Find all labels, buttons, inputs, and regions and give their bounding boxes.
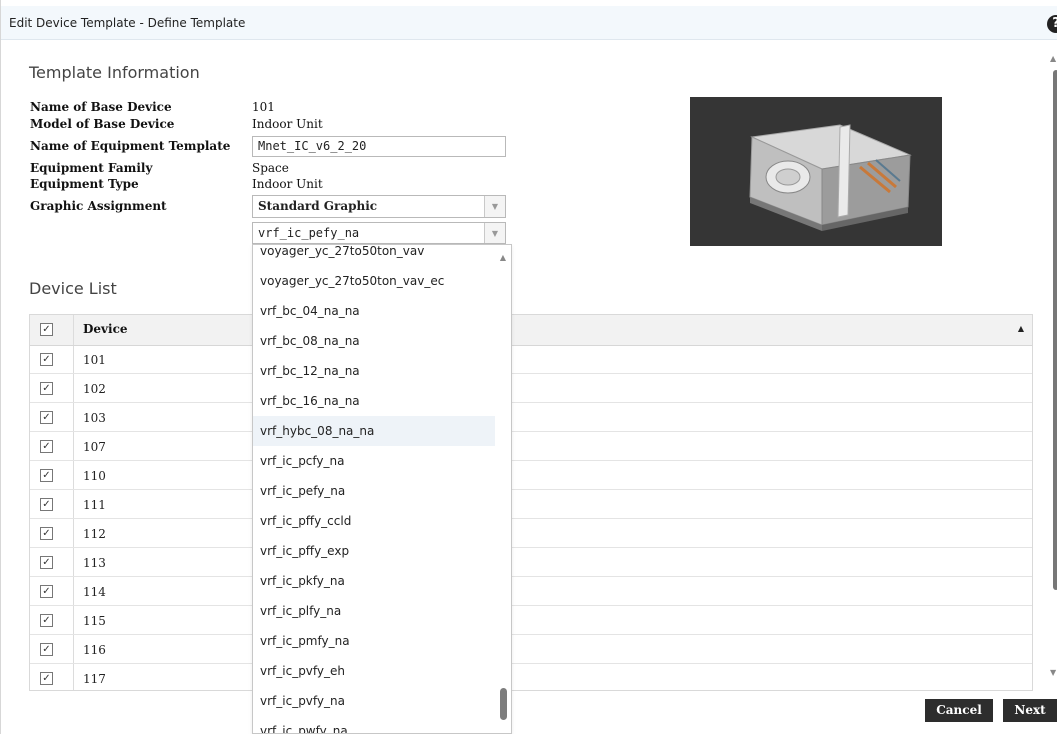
column-divider — [73, 315, 74, 345]
dropdown-option[interactable]: vrf_bc_04_na_na — [253, 296, 495, 326]
device-cell: 110 — [83, 469, 106, 483]
dropdown-option[interactable]: vrf_ic_plfy_na — [253, 596, 495, 626]
equipment-type-label: Equipment Type — [30, 177, 139, 191]
table-row[interactable]: ✓ 115 — [30, 606, 1032, 635]
device-cell: 114 — [83, 585, 106, 599]
table-row[interactable]: ✓ 116 — [30, 635, 1032, 664]
row-checkbox[interactable]: ✓ — [40, 382, 53, 395]
equipment-family-label: Equipment Family — [30, 161, 153, 175]
device-cell: 116 — [83, 643, 106, 657]
device-cell: 112 — [83, 527, 106, 541]
row-checkbox[interactable]: ✓ — [40, 643, 53, 656]
device-column-header[interactable]: Device — [83, 322, 128, 336]
dropdown-option[interactable]: voyager_yc_27to50ton_vav_ec — [253, 266, 495, 296]
row-checkbox[interactable]: ✓ — [40, 585, 53, 598]
window-title: Edit Device Template - Define Template — [9, 16, 246, 30]
dropdown-option[interactable]: vrf_ic_pffy_ccld — [253, 506, 495, 536]
base-device-model-label: Model of Base Device — [30, 117, 175, 131]
base-device-name-value: 101 — [252, 100, 275, 114]
equipment-template-name-label: Name of Equipment Template — [30, 139, 231, 153]
dropdown-option[interactable]: vrf_bc_08_na_na — [253, 326, 495, 356]
equipment-type-value: Indoor Unit — [252, 177, 323, 191]
device-cell: 101 — [83, 353, 106, 367]
dropdown-option[interactable]: vrf_ic_pkfy_na — [253, 566, 495, 596]
device-cell: 111 — [83, 498, 106, 512]
indoor-unit-illustration — [749, 124, 912, 231]
dropdown-option-hovered[interactable]: vrf_hybc_08_na_na — [253, 416, 495, 446]
dropdown-option[interactable]: vrf_ic_pcfy_na — [253, 446, 495, 476]
device-cell: 115 — [83, 614, 106, 628]
table-row[interactable]: ✓ 113 — [30, 548, 1032, 577]
sort-up-icon[interactable]: ▲ — [1018, 324, 1024, 333]
row-checkbox[interactable]: ✓ — [40, 556, 53, 569]
dropdown-option[interactable]: vrf_ic_pwfy_na — [253, 716, 495, 733]
equipment-template-name-input[interactable]: Mnet_IC_v6_2_20 — [252, 136, 506, 157]
device-cell: 117 — [83, 672, 106, 686]
select-all-checkbox[interactable]: ✓ — [40, 323, 53, 336]
table-row[interactable]: ✓ 107 — [30, 432, 1032, 461]
row-checkbox[interactable]: ✓ — [40, 527, 53, 540]
help-icon[interactable]: ? — [1047, 15, 1057, 33]
chevron-down-icon[interactable]: ▼ — [484, 196, 505, 217]
graphic-name-dropdown-list[interactable]: voyager_yc_27to50ton_vav voyager_yc_27to… — [252, 244, 512, 734]
dropdown-option[interactable]: vrf_ic_pvfy_na — [253, 686, 495, 716]
row-checkbox[interactable]: ✓ — [40, 440, 53, 453]
cancel-button[interactable]: Cancel — [925, 699, 993, 722]
next-button[interactable]: Next — [1003, 699, 1057, 722]
equipment-family-value: Space — [252, 161, 289, 175]
row-checkbox[interactable]: ✓ — [40, 614, 53, 627]
table-row[interactable]: ✓ 102 — [30, 374, 1032, 403]
row-checkbox[interactable]: ✓ — [40, 672, 53, 685]
scroll-down-icon[interactable]: ▼ — [1050, 668, 1056, 677]
row-checkbox[interactable]: ✓ — [40, 353, 53, 366]
device-cell: 113 — [83, 556, 106, 570]
row-checkbox[interactable]: ✓ — [40, 411, 53, 424]
table-row[interactable]: ✓ 110 — [30, 461, 1032, 490]
dropdown-option[interactable]: vrf_bc_16_na_na — [253, 386, 495, 416]
graphic-assignment-label: Graphic Assignment — [30, 199, 167, 213]
window-titlebar: Edit Device Template - Define Template ? — [1, 6, 1057, 40]
row-checkbox[interactable]: ✓ — [40, 469, 53, 482]
table-row[interactable]: ✓ 114 — [30, 577, 1032, 606]
base-device-model-value: Indoor Unit — [252, 117, 323, 131]
row-checkbox[interactable]: ✓ — [40, 498, 53, 511]
scroll-up-icon[interactable]: ▲ — [500, 253, 506, 262]
table-row[interactable]: ✓ 103 — [30, 403, 1032, 432]
graphic-assignment-selected: Standard Graphic — [258, 199, 378, 213]
base-device-name-label: Name of Base Device — [30, 100, 172, 114]
graphic-name-select[interactable]: vrf_ic_pefy_na ▼ — [252, 222, 506, 244]
dropdown-option[interactable]: vrf_ic_pmfy_na — [253, 626, 495, 656]
dropdown-option[interactable]: vrf_bc_12_na_na — [253, 356, 495, 386]
table-row[interactable]: ✓ 111 — [30, 490, 1032, 519]
chevron-down-icon[interactable]: ▼ — [484, 223, 505, 243]
page-scroll-thumb[interactable] — [1053, 70, 1057, 590]
device-table: ✓ Device ▲ ✓ 101 ✓ 102 ✓ 103 ✓ 107 ✓ 110 ✓ 111… — [29, 314, 1033, 691]
window-border — [0, 0, 1, 734]
dropdown-option[interactable]: vrf_ic_pvfy_eh — [253, 656, 495, 686]
equipment-preview-image — [690, 97, 942, 246]
device-list-heading: Device List — [29, 279, 117, 298]
device-cell: 102 — [83, 382, 106, 396]
graphic-name-selected: vrf_ic_pefy_na — [258, 226, 360, 240]
device-cell: 103 — [83, 411, 106, 425]
table-row[interactable]: ✓ 112 — [30, 519, 1032, 548]
table-row[interactable]: ✓ 101 — [30, 345, 1032, 374]
template-info-heading: Template Information — [29, 63, 200, 82]
dropdown-scroll-thumb[interactable] — [500, 688, 507, 720]
device-cell: 107 — [83, 440, 106, 454]
table-header: ✓ Device ▲ — [30, 315, 1032, 346]
dropdown-option[interactable]: vrf_ic_pffy_exp — [253, 536, 495, 566]
dropdown-option[interactable]: voyager_yc_27to50ton_vav — [253, 245, 495, 266]
scroll-up-icon[interactable]: ▲ — [1050, 54, 1056, 63]
dropdown-option[interactable]: vrf_ic_pefy_na — [253, 476, 495, 506]
table-row[interactable]: ✓ 117 — [30, 664, 1032, 690]
graphic-assignment-select[interactable]: Standard Graphic ▼ — [252, 195, 506, 218]
page-scrollbar[interactable]: ▲ ▼ — [1050, 50, 1057, 690]
